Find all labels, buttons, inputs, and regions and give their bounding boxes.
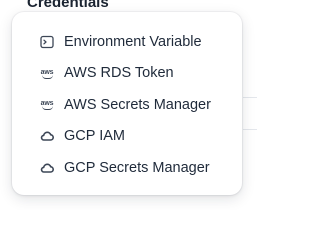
- menu-item-label: AWS RDS Token: [64, 65, 174, 82]
- menu-item-gcp-iam[interactable]: GCP IAM: [12, 121, 242, 153]
- menu-item-aws-rds-token[interactable]: aws AWS RDS Token: [12, 58, 242, 90]
- menu-item-label: Environment Variable: [64, 33, 202, 50]
- menu-item-label: AWS Secrets Manager: [64, 96, 211, 113]
- aws-icon: aws: [40, 68, 54, 79]
- menu-item-gcp-secrets-manager[interactable]: GCP Secrets Manager: [12, 152, 242, 184]
- credential-type-menu: Environment Variable aws AWS RDS Token a…: [12, 12, 242, 195]
- gcp-cloud-icon: [40, 129, 54, 143]
- gcp-cloud-icon: [40, 161, 54, 175]
- menu-item-environment-variable[interactable]: Environment Variable: [12, 26, 242, 58]
- menu-item-aws-secrets-manager[interactable]: aws AWS Secrets Manager: [12, 89, 242, 121]
- menu-item-label: GCP IAM: [64, 128, 125, 145]
- divider: [243, 129, 257, 130]
- terminal-icon: [40, 35, 54, 49]
- page: Credentials Environment Variable aws AWS…: [0, 0, 257, 210]
- aws-icon: aws: [40, 100, 54, 111]
- menu-item-label: GCP Secrets Manager: [64, 159, 210, 176]
- divider: [243, 97, 257, 98]
- section-title: Credentials: [27, 0, 109, 11]
